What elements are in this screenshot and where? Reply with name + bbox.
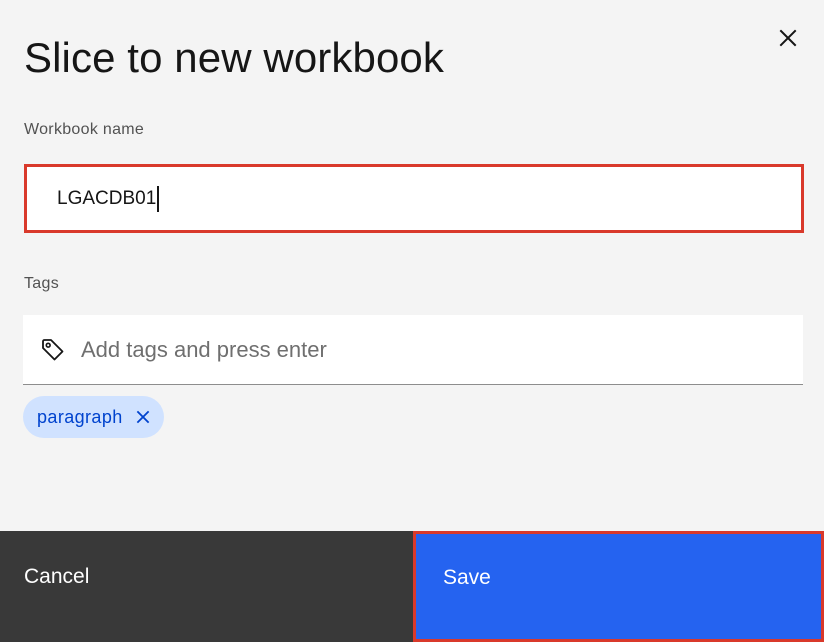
tag-chip: paragraph [23,396,164,438]
tags-input[interactable]: Add tags and press enter [23,315,803,385]
modal-footer: Cancel Save [0,531,824,642]
tags-label: Tags [24,275,59,292]
close-button[interactable] [772,22,804,54]
close-icon [136,410,149,424]
workbook-name-label: Workbook name [24,121,145,138]
workbook-name-input[interactable]: LGACDB01 [24,164,804,233]
tag-icon [39,336,67,364]
close-icon [779,29,797,47]
modal-title: Slice to new workbook [24,34,444,81]
tag-chip-remove-button[interactable] [134,408,152,426]
save-button[interactable]: Save [413,531,824,642]
text-caret [157,185,159,212]
tags-placeholder: Add tags and press enter [81,336,327,362]
tag-chip-label: paragraph [37,406,123,427]
slice-to-workbook-modal: Slice to new workbook Workbook name LGAC… [0,0,824,642]
cancel-button[interactable]: Cancel [0,531,413,642]
workbook-name-value: LGACDB01 [57,187,157,209]
